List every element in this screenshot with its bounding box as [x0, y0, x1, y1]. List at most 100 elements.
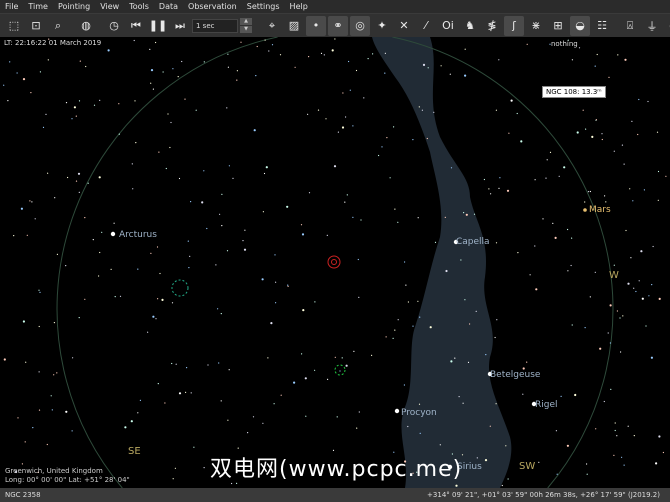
- supernova-icon[interactable]: ✦: [372, 16, 392, 36]
- solar-system-icon[interactable]: ◎: [350, 15, 370, 36]
- star: [384, 72, 386, 74]
- label-mars[interactable]: Mars: [589, 205, 611, 215]
- star: [170, 121, 172, 124]
- deep-sky-icon[interactable]: ⚭: [328, 15, 348, 36]
- star: [617, 54, 619, 56]
- star: [65, 410, 68, 413]
- star: [589, 296, 591, 298]
- star: [381, 146, 383, 148]
- menu-tools[interactable]: Tools: [124, 0, 154, 13]
- menu-time[interactable]: Time: [23, 0, 53, 13]
- down-arrow-icon[interactable]: ▼: [240, 25, 252, 33]
- menu-view[interactable]: View: [95, 0, 124, 13]
- clock-icon[interactable]: ◷: [104, 16, 124, 36]
- time-step-spinner[interactable]: ▲ ▼: [240, 17, 252, 34]
- crosshair-icon[interactable]: ⌖: [262, 16, 282, 36]
- flags-icon[interactable]: ☷: [592, 16, 612, 36]
- ground-icon[interactable]: ◒: [570, 15, 590, 36]
- star: [625, 229, 627, 232]
- star: [193, 446, 195, 448]
- equatorial-grid-icon[interactable]: ⋇: [526, 16, 546, 36]
- star: [20, 207, 23, 210]
- star: [360, 219, 362, 221]
- star: [9, 61, 11, 63]
- constellation-names-icon[interactable]: Oi: [438, 16, 458, 36]
- constellation-boundaries-icon[interactable]: ≸: [482, 16, 502, 36]
- star: [454, 357, 456, 359]
- star: [393, 451, 395, 453]
- star: [325, 118, 327, 120]
- star: [267, 357, 269, 359]
- star: [591, 135, 594, 138]
- step-forward-icon[interactable]: ⏭: [170, 16, 190, 36]
- star: [25, 361, 27, 363]
- up-arrow-icon[interactable]: ▲: [240, 17, 252, 25]
- location-coords: Long: 00° 00' 00" Lat: +51° 28' 04": [5, 476, 130, 484]
- observing-list-icon[interactable]: ⏚: [642, 16, 662, 36]
- horizontal-grid-icon[interactable]: ⊞: [548, 16, 568, 36]
- galaxy-icon[interactable]: ◉: [664, 16, 670, 36]
- menu-observation[interactable]: Observation: [183, 0, 242, 13]
- star: [586, 463, 588, 465]
- star: [93, 104, 96, 106]
- star: [139, 399, 141, 401]
- milky-way-icon[interactable]: ʃ: [504, 15, 524, 36]
- star: [352, 216, 354, 218]
- sky-map[interactable]: LT: 22:16:22 01 March 2019 nothing NGC 1…: [0, 37, 670, 488]
- label-procyon[interactable]: Procyon: [401, 408, 437, 418]
- telescope-icon[interactable]: ⍓: [620, 16, 640, 36]
- star: [609, 342, 612, 344]
- menu-file[interactable]: File: [0, 0, 23, 13]
- label-betelgeuse[interactable]: Betelgeuse: [490, 370, 540, 380]
- star: [393, 126, 395, 128]
- star: [162, 71, 164, 73]
- search-icon[interactable]: ⌕: [48, 16, 68, 36]
- time-step-input[interactable]: 1 sec: [192, 18, 238, 33]
- star: [177, 76, 179, 78]
- star: [488, 188, 490, 190]
- star: [458, 396, 460, 398]
- bright-star[interactable]: [394, 408, 400, 414]
- star: [39, 71, 42, 73]
- menu-data[interactable]: Data: [154, 0, 183, 13]
- star: [358, 296, 360, 298]
- bright-star[interactable]: [110, 231, 116, 237]
- constellation-lines-icon[interactable]: ✕: [394, 16, 414, 36]
- stars-icon[interactable]: •: [306, 15, 326, 36]
- menu-help[interactable]: Help: [285, 0, 313, 13]
- star: [275, 302, 277, 304]
- star: [320, 52, 323, 54]
- image-icon[interactable]: ▨: [284, 16, 304, 36]
- star: [345, 116, 347, 118]
- zoom-box-icon[interactable]: ⬚: [4, 16, 24, 36]
- label-capella[interactable]: Capella: [456, 237, 490, 247]
- star: [92, 239, 94, 241]
- star: [3, 84, 5, 86]
- asterism-icon[interactable]: ⁄: [416, 16, 436, 36]
- star: [603, 400, 605, 403]
- label-arcturus[interactable]: Arcturus: [119, 230, 157, 240]
- star: [171, 302, 174, 304]
- pause-icon[interactable]: ❚❚: [148, 16, 168, 36]
- star: [190, 201, 192, 203]
- menu-settings[interactable]: Settings: [242, 0, 285, 13]
- star: [563, 166, 566, 169]
- milky-way: [372, 37, 512, 488]
- label-rigel[interactable]: Rigel: [535, 400, 558, 410]
- globe-icon[interactable]: ◍: [76, 16, 96, 36]
- star: [327, 378, 329, 380]
- step-back-icon[interactable]: ⏮: [126, 16, 146, 36]
- star: [485, 354, 487, 356]
- star: [231, 482, 233, 485]
- star: [607, 332, 609, 334]
- star: [262, 211, 264, 213]
- star: [638, 98, 640, 101]
- zoom-fit-icon[interactable]: ⊡: [26, 16, 46, 36]
- star: [464, 299, 466, 301]
- star: [397, 319, 399, 321]
- constellation-art-icon[interactable]: ♞: [460, 16, 480, 36]
- menu-pointing[interactable]: Pointing: [53, 0, 95, 13]
- star: [178, 392, 182, 395]
- menu-bar: File Time Pointing View Tools Data Obser…: [0, 0, 670, 13]
- star: [520, 140, 523, 143]
